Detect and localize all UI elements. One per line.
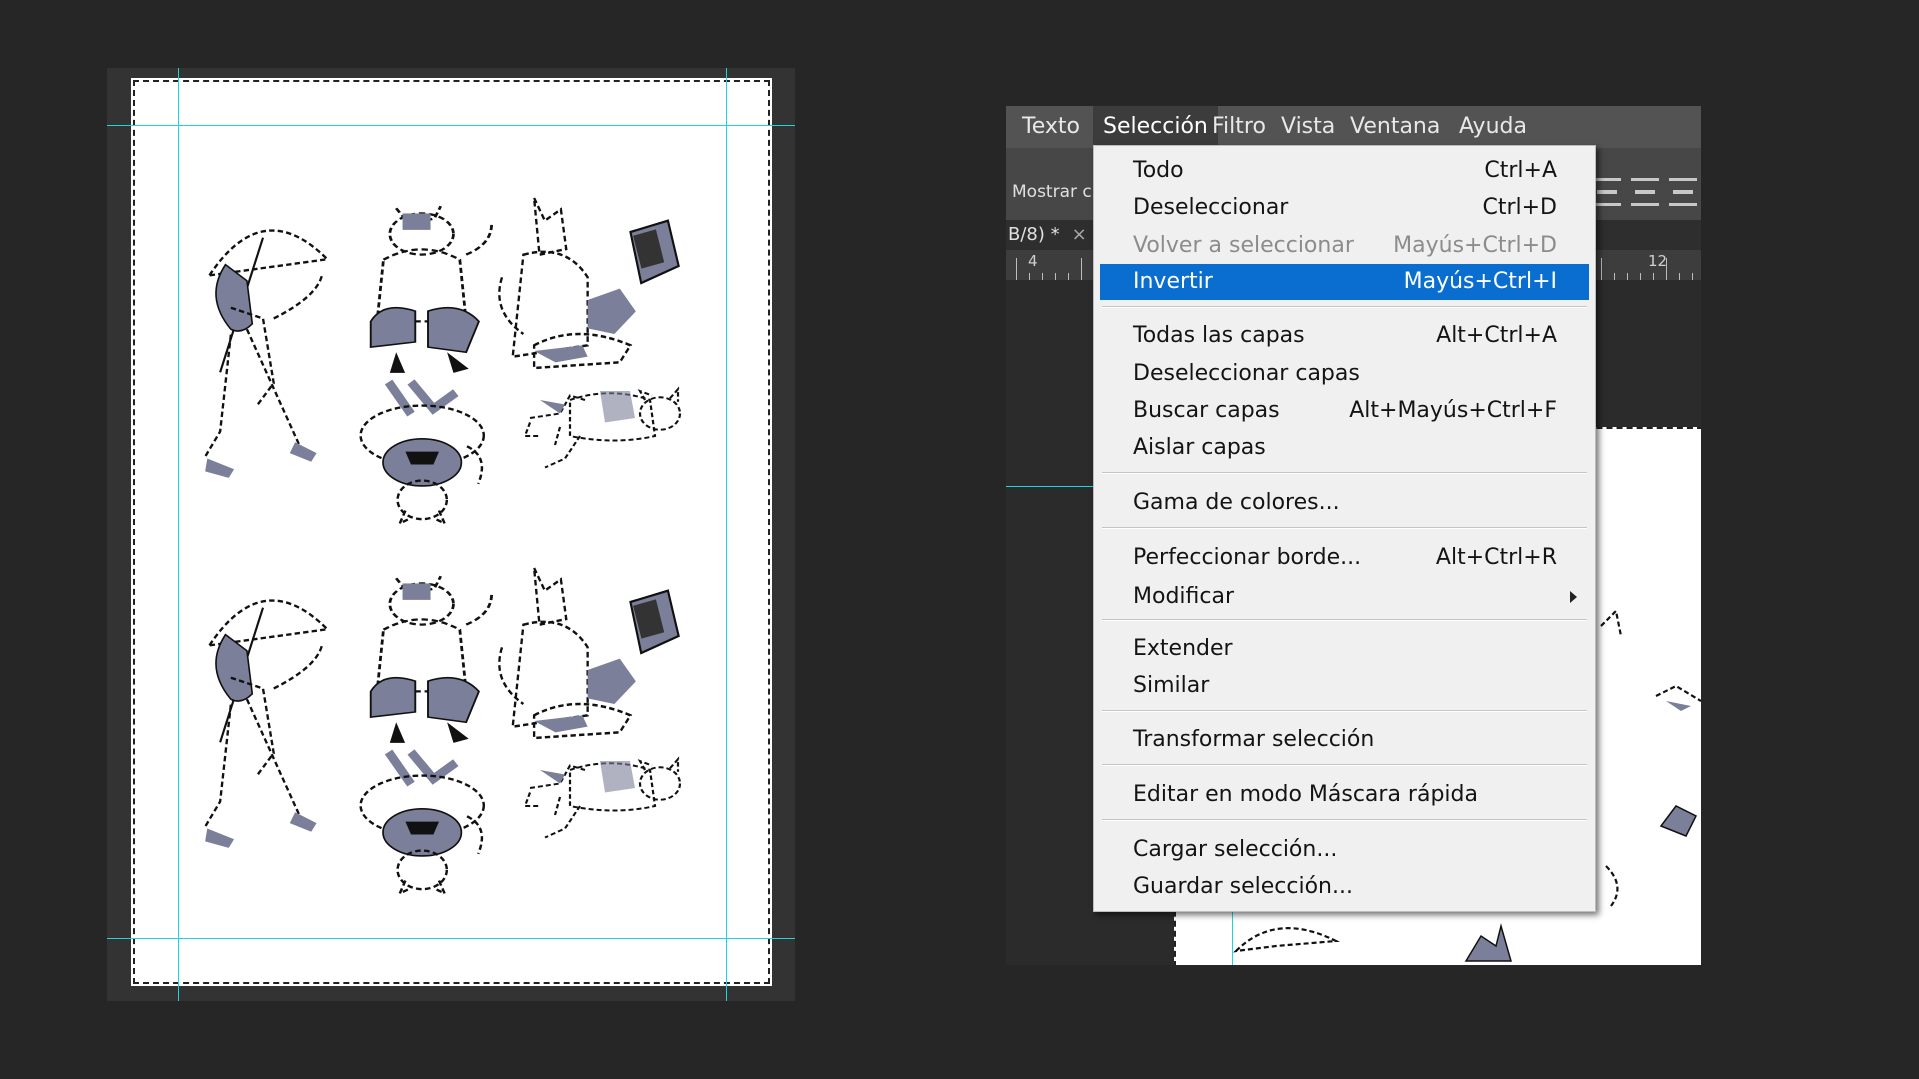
menu-ventana[interactable]: Ventana	[1340, 106, 1450, 148]
ruler-tick	[1653, 273, 1654, 280]
menu-item-invertir[interactable]: Invertir Mayús+Ctrl+I	[1100, 264, 1589, 300]
menu-item-transformar-seleccion[interactable]: Transformar selección	[1100, 722, 1589, 757]
menu-item-deseleccionar-capas[interactable]: Deseleccionar capas	[1100, 356, 1589, 391]
menu-item-perfeccionar-borde[interactable]: Perfeccionar borde... Alt+Ctrl+R	[1100, 540, 1589, 575]
align-top-icon[interactable]	[1593, 178, 1621, 206]
menu-separator	[1102, 527, 1587, 529]
cat-illustration-upside	[355, 749, 495, 902]
ruler-tick	[1042, 273, 1043, 280]
ruler-tick	[1029, 273, 1030, 280]
options-show-label[interactable]: Mostrar c	[1012, 182, 1092, 202]
ruler-label: 4	[1028, 252, 1038, 270]
guide-vertical-right	[726, 68, 727, 1001]
ruler-tick	[1068, 273, 1069, 280]
menu-seleccion[interactable]: Selección	[1093, 106, 1218, 148]
cat-illustration-umbrella	[188, 570, 338, 850]
cat-illustration-laptop	[498, 567, 684, 740]
ruler-tick	[1627, 273, 1628, 280]
align-bottom-icon[interactable]	[1669, 178, 1697, 206]
menu-item-todo[interactable]: Todo Ctrl+A	[1100, 153, 1589, 188]
submenu-arrow-icon	[1570, 591, 1577, 603]
align-icons-group	[1583, 178, 1697, 212]
cat-illustration-sitting	[358, 568, 498, 748]
menu-separator	[1102, 819, 1587, 821]
guide-vertical-left	[178, 68, 179, 1001]
menu-item-mascara-rapida[interactable]: Editar en modo Máscara rápida	[1100, 777, 1589, 812]
menu-separator	[1102, 306, 1587, 308]
ruler-tick	[1614, 273, 1615, 280]
menu-item-deseleccionar[interactable]: Deseleccionar Ctrl+D	[1100, 190, 1589, 225]
menu-item-cargar-seleccion[interactable]: Cargar selección...	[1100, 832, 1589, 867]
ruler-tick	[1692, 273, 1693, 280]
seleccion-dropdown-menu: Todo Ctrl+A Deseleccionar Ctrl+D Volver a …	[1093, 145, 1596, 912]
menu-item-extender[interactable]: Extender	[1100, 631, 1589, 666]
menu-separator	[1102, 619, 1587, 621]
ruler-tick	[1640, 273, 1641, 280]
menu-item-gama-de-colores[interactable]: Gama de colores...	[1100, 485, 1589, 520]
menu-item-volver-a-seleccionar: Volver a seleccionar Mayús+Ctrl+D	[1133, 233, 1557, 258]
ruler-tick	[1055, 273, 1056, 280]
menu-item-guardar-seleccion[interactable]: Guardar selección...	[1100, 869, 1589, 904]
cat-illustration-laptop	[498, 197, 684, 370]
cat-illustration-upside	[355, 379, 495, 532]
menu-ayuda[interactable]: Ayuda	[1449, 106, 1537, 148]
menu-item-buscar-capas[interactable]: Buscar capas Alt+Mayús+Ctrl+F	[1100, 393, 1589, 428]
cat-illustration-umbrella	[188, 200, 338, 480]
menu-item-modificar[interactable]: Modificar	[1100, 579, 1589, 614]
cat-illustration-lying	[520, 752, 685, 842]
menu-separator	[1102, 710, 1587, 712]
cat-illustration-lying	[520, 382, 685, 472]
menu-filtro[interactable]: Filtro	[1202, 106, 1276, 148]
menu-texto[interactable]: Texto	[1012, 106, 1090, 148]
ruler-tick	[1601, 258, 1602, 280]
ruler-tick	[1679, 273, 1680, 280]
menu-separator	[1102, 764, 1587, 766]
menu-separator	[1102, 472, 1587, 474]
ruler-tick	[1666, 258, 1667, 280]
cat-illustration-fragment	[1596, 606, 1701, 907]
guide-horizontal-bottom	[107, 938, 795, 939]
close-icon[interactable]: ×	[1072, 224, 1087, 245]
ruler-tick	[1016, 258, 1017, 280]
guide-horizontal-top	[107, 125, 795, 126]
menu-item-aislar-capas[interactable]: Aislar capas	[1100, 430, 1589, 465]
menu-item-similar[interactable]: Similar	[1100, 668, 1589, 703]
align-center-icon[interactable]	[1631, 178, 1659, 206]
menu-vista[interactable]: Vista	[1271, 106, 1345, 148]
ruler-tick	[1081, 258, 1082, 280]
cat-illustration-sitting	[358, 198, 498, 378]
document-tab[interactable]: B/8) * ×	[1006, 220, 1087, 250]
menu-item-todas-las-capas[interactable]: Todas las capas Alt+Ctrl+A	[1100, 318, 1589, 353]
menu-bar: Texto Selección Filtro Vista Ventana Ayu…	[1006, 106, 1701, 148]
ruler-label: 12	[1648, 252, 1668, 270]
document-tab-title: B/8) *	[1008, 224, 1060, 245]
